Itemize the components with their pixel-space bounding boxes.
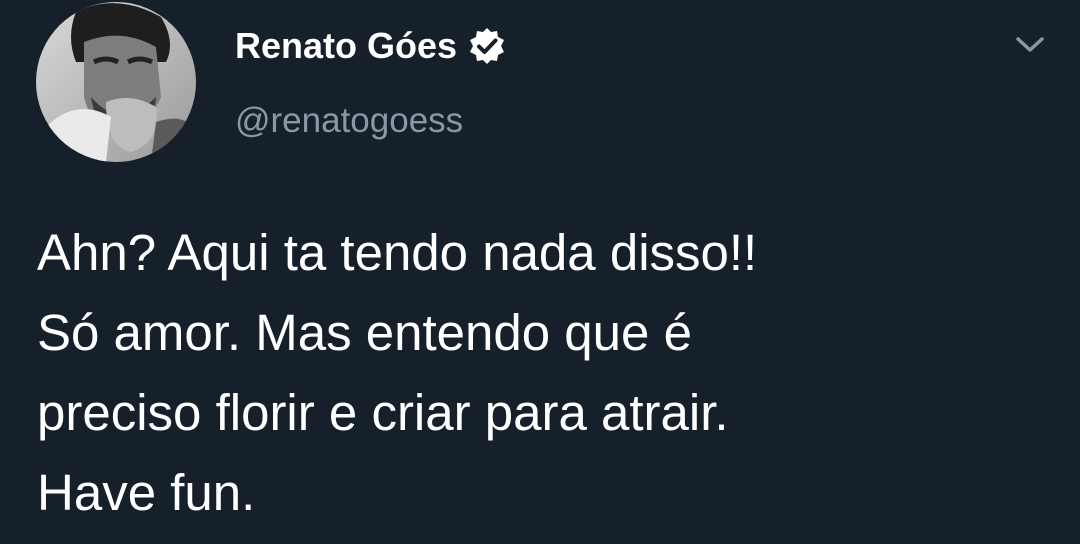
tweet-header: Renato Góes @renatogoess — [235, 22, 507, 145]
tweet-text: Ahn? Aqui ta tendo nada disso!! Só amor.… — [37, 213, 1057, 533]
tweet-text-line: Ahn? Aqui ta tendo nada disso!! — [37, 224, 758, 281]
name-row: Renato Góes — [235, 22, 507, 70]
verified-badge-icon — [467, 26, 507, 66]
chevron-down-icon[interactable] — [1010, 30, 1050, 60]
tweet-card: Renato Góes @renatogoess Ahn? Aqui ta te… — [0, 0, 1080, 544]
tweet-text-line: preciso florir e criar para atrair. — [37, 384, 729, 441]
avatar[interactable] — [36, 2, 196, 162]
tweet-text-line: Só amor. Mas entendo que é — [37, 304, 692, 361]
user-handle[interactable]: @renatogoess — [235, 97, 507, 145]
tweet-text-line: Have fun. — [37, 464, 256, 521]
display-name[interactable]: Renato Góes — [235, 22, 457, 70]
profile-photo-icon — [36, 2, 196, 162]
